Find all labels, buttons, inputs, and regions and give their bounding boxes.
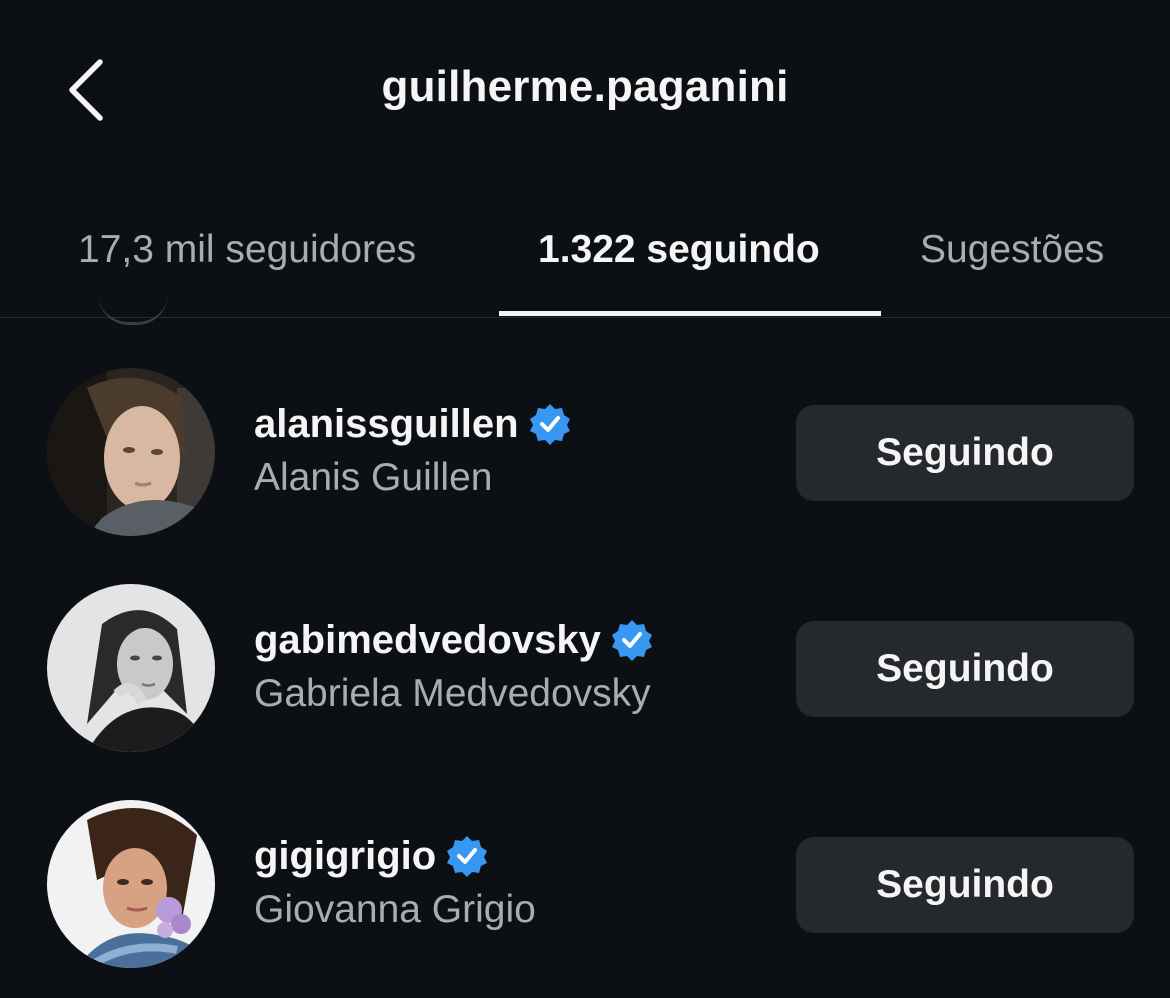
following-button[interactable]: Seguindo: [796, 405, 1134, 501]
tab-bar: 17,3 mil seguidores 1.322 seguindo Suges…: [0, 210, 1170, 318]
tab-following[interactable]: 1.322 seguindo: [538, 228, 820, 272]
full-name: Giovanna Grigio: [254, 888, 536, 931]
following-button[interactable]: Seguindo: [796, 621, 1134, 717]
verified-badge-icon: [529, 403, 571, 445]
active-tab-indicator: [499, 311, 881, 316]
avatar[interactable]: [47, 584, 215, 752]
page-title: guilherme.paganini: [381, 62, 789, 111]
following-button[interactable]: Seguindo: [796, 837, 1134, 933]
full-name: Gabriela Medvedovsky: [254, 672, 651, 715]
user-info: gigigrigio Giovanna Grigio: [254, 832, 536, 932]
top-bar: guilherme.paganini: [0, 0, 1170, 180]
user-info: alanissguillen Alanis Guillen: [254, 400, 571, 500]
username[interactable]: gabimedvedovsky: [254, 618, 601, 663]
list-item[interactable]: alanissguillen Alanis Guillen Seguindo: [0, 318, 1170, 536]
list-item[interactable]: gigigrigio Giovanna Grigio Seguindo: [0, 750, 1170, 968]
list-item[interactable]: gabimedvedovsky Gabriela Medvedovsky Seg…: [0, 534, 1170, 752]
user-info: gabimedvedovsky Gabriela Medvedovsky: [254, 616, 653, 716]
verified-badge-icon: [611, 619, 653, 661]
tab-suggestions[interactable]: Sugestões: [920, 228, 1104, 272]
tab-followers[interactable]: 17,3 mil seguidores: [78, 228, 416, 272]
avatar[interactable]: [47, 800, 215, 968]
verified-badge-icon: [446, 835, 488, 877]
avatar[interactable]: [47, 368, 215, 536]
username[interactable]: gigigrigio: [254, 834, 436, 879]
full-name: Alanis Guillen: [254, 456, 493, 499]
username[interactable]: alanissguillen: [254, 402, 519, 447]
